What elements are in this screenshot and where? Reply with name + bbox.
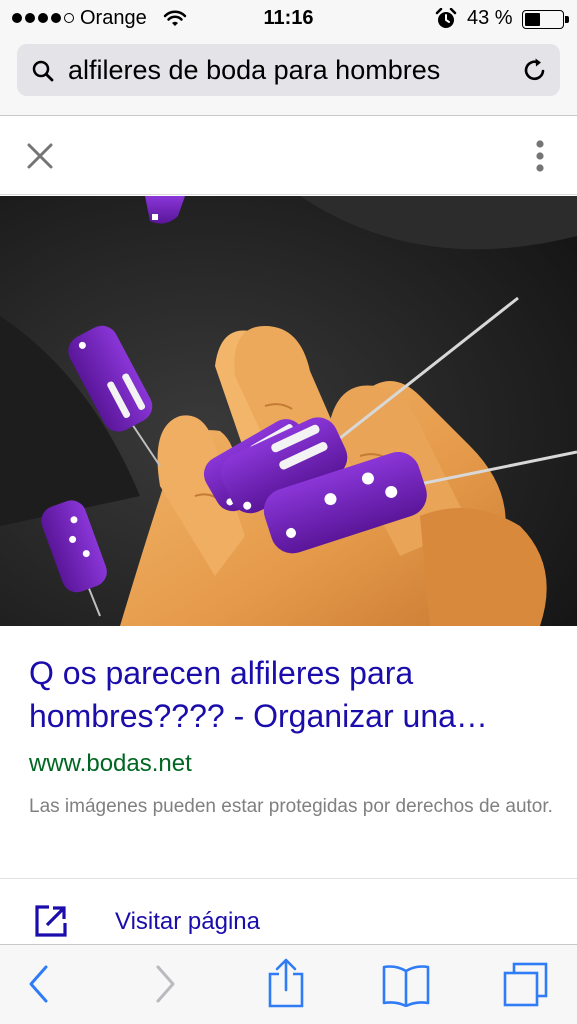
close-icon[interactable] — [24, 140, 56, 172]
image-viewer-header — [0, 117, 577, 195]
bookmarks-icon[interactable] — [381, 963, 431, 1012]
alarm-icon — [435, 7, 457, 36]
battery-percent: 43 % — [467, 7, 513, 29]
back-icon[interactable] — [26, 961, 52, 1012]
search-query-text[interactable]: alfileres de boda para hombres — [68, 55, 440, 86]
visit-page-button[interactable]: Visitar página — [0, 890, 577, 944]
divider — [0, 878, 577, 879]
visit-page-label: Visitar página — [115, 908, 260, 935]
search-icon — [31, 59, 55, 88]
result-title-link[interactable]: Q os parecen alfileres para hombres???? … — [29, 652, 569, 738]
tabs-icon[interactable] — [502, 961, 550, 1014]
result-site-url[interactable]: www.bodas.net — [29, 750, 192, 778]
result-image[interactable] — [0, 196, 577, 626]
share-icon[interactable] — [266, 957, 306, 1014]
forward-icon[interactable] — [152, 961, 178, 1012]
open-external-icon — [34, 904, 68, 943]
reload-icon[interactable] — [522, 57, 548, 88]
address-bar[interactable]: alfileres de boda para hombres — [17, 44, 560, 96]
more-vertical-icon[interactable] — [533, 139, 547, 173]
status-bar: Orange 11:16 43 % — [0, 0, 577, 38]
battery-icon — [522, 10, 569, 29]
address-bar-area: alfileres de boda para hombres — [0, 38, 577, 116]
copyright-note: Las imágenes pueden estar protegidas por… — [29, 796, 553, 817]
browser-toolbar — [0, 944, 577, 1024]
